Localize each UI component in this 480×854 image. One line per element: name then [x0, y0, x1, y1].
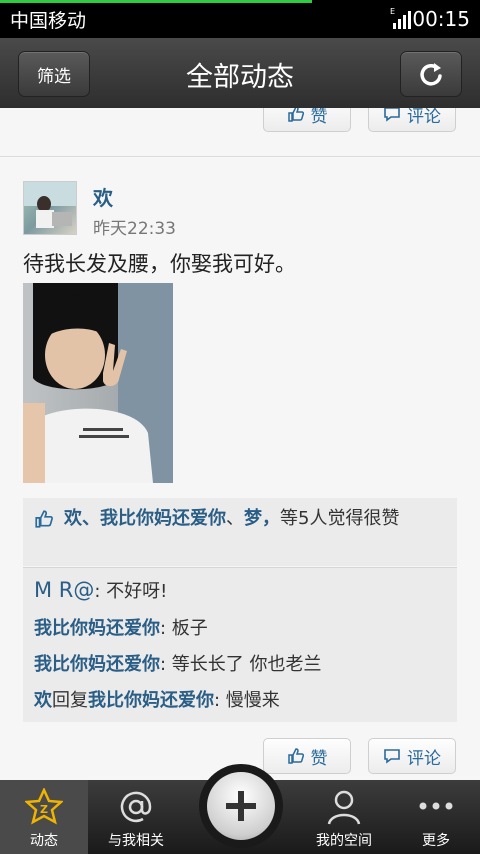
comment-author[interactable]: M R@ — [34, 578, 94, 602]
prev-like-button[interactable]: 赞 — [263, 108, 351, 132]
post-text: 待我长发及腰，你娶我可好。 — [23, 252, 296, 276]
svg-text:E: E — [390, 7, 395, 16]
comment-item: 我比你妈还爱你: 等长长了 你也老兰 — [34, 650, 322, 676]
person-icon — [327, 790, 361, 825]
tab-label: 动态 — [30, 833, 58, 849]
like-separator: 、 — [82, 508, 100, 529]
liker-name[interactable]: 我比你妈还爱你 — [100, 508, 226, 529]
status-bar: 中国移动 E 00:15 — [0, 0, 480, 38]
comment-text: : 板子 — [160, 618, 208, 639]
likes-summary: 欢、我比你妈还爱你、梦，等5人觉得很赞 — [23, 498, 457, 566]
at-icon — [120, 791, 152, 823]
comment-author[interactable]: 我比你妈还爱你 — [34, 654, 160, 675]
comment-item: 欢回复我比你妈还爱你: 慢慢来 — [34, 686, 280, 712]
tab-feed[interactable]: Z 动态 — [0, 780, 88, 854]
more-icon — [419, 802, 453, 810]
comment-text: : 慢慢来 — [214, 690, 280, 711]
prev-comment-button[interactable]: 评论 — [368, 108, 456, 132]
clock: 00:15 — [412, 7, 470, 31]
refresh-button[interactable] — [400, 51, 462, 97]
tab-mentions[interactable]: 与我相关 — [88, 780, 184, 854]
comment-icon — [384, 749, 400, 764]
signal-icon: E — [390, 7, 411, 29]
like-separator: 、 — [226, 508, 244, 529]
comment-item: 我比你妈还爱你: 板子 — [34, 614, 208, 640]
like-label: 赞 — [310, 748, 328, 769]
tab-label: 与我相关 — [108, 833, 164, 849]
compose-button[interactable] — [199, 764, 283, 848]
app-header: 筛选 全部动态 — [0, 38, 480, 108]
comment-item: M R@: 不好呀! — [34, 577, 167, 603]
comment-author[interactable]: 欢 — [34, 690, 52, 711]
liker-name[interactable]: 梦， — [244, 508, 280, 529]
comment-button[interactable]: 评论 — [368, 738, 456, 774]
avatar[interactable] — [23, 181, 77, 235]
liker-name[interactable]: 欢 — [64, 508, 82, 529]
feed[interactable]: 赞 评论 欢 昨天22:33 待我长发及腰，你娶我可好。 欢、我比你妈还爱你、梦… — [0, 108, 480, 780]
comment-label: 评论 — [407, 108, 441, 127]
post-photo[interactable] — [23, 283, 173, 483]
post-username[interactable]: 欢 — [93, 182, 113, 211]
likes-suffix: 等5人觉得很赞 — [280, 508, 400, 529]
thumbs-up-icon — [287, 748, 304, 764]
carrier-name: 中国移动 — [10, 10, 87, 32]
thumbs-up-icon — [35, 510, 53, 528]
tab-label: 我的空间 — [316, 833, 372, 849]
divider — [0, 156, 480, 157]
thumbs-up-icon — [287, 108, 304, 122]
comment-list: M R@: 不好呀! 我比你妈还爱你: 板子 我比你妈还爱你: 等长长了 你也老… — [23, 567, 457, 722]
tab-more[interactable]: 更多 — [392, 780, 480, 854]
refresh-icon — [420, 63, 442, 86]
comment-label: 评论 — [407, 748, 441, 769]
tab-my-space[interactable]: 我的空间 — [296, 780, 392, 854]
reply-target[interactable]: 我比你妈还爱你 — [88, 690, 214, 711]
reply-word: 回复 — [52, 690, 88, 711]
comment-icon — [384, 108, 400, 122]
post-time: 昨天22:33 — [93, 219, 176, 239]
comment-text: : 等长长了 你也老兰 — [160, 654, 322, 675]
like-button[interactable]: 赞 — [263, 738, 351, 774]
svg-text:Z: Z — [40, 803, 48, 816]
tab-label: 更多 — [422, 833, 450, 849]
comment-author[interactable]: 我比你妈还爱你 — [34, 618, 160, 639]
progress-indicator — [0, 0, 312, 3]
comment-text: : 不好呀! — [94, 581, 168, 602]
plus-icon — [226, 791, 256, 821]
star-icon: Z — [25, 788, 63, 825]
like-label: 赞 — [310, 108, 328, 127]
